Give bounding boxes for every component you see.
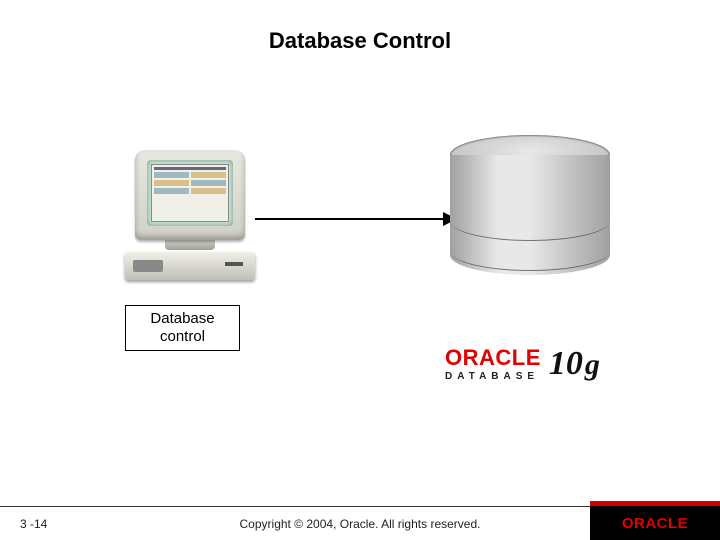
monitor-screen — [147, 160, 233, 226]
computer-base-icon — [125, 252, 255, 280]
screen-content — [151, 164, 229, 222]
oracle-version: 10g — [549, 345, 600, 383]
diagram-label-line2: control — [130, 328, 235, 346]
footer-logo-box: ORACLE — [590, 506, 720, 540]
oracle-subline: DATABASE — [445, 371, 541, 382]
oracle-wordmark-block: ORACLE DATABASE — [445, 347, 541, 382]
monitor-icon — [135, 150, 245, 240]
diagram-label-line1: Database — [130, 310, 235, 328]
arrow-icon — [255, 218, 455, 220]
version-suffix: g — [585, 348, 600, 382]
version-number: 10 — [549, 345, 583, 383]
oracle-wordmark: ORACLE — [445, 347, 541, 369]
slide-footer: 3 -14 Copyright © 2004, Oracle. All righ… — [0, 506, 720, 540]
diagram-area: Database control — [100, 150, 660, 370]
slide-title: Database Control — [0, 28, 720, 54]
page-number: 3 -14 — [20, 517, 47, 531]
oracle-product-logo: ORACLE DATABASE 10g — [445, 345, 665, 383]
footer-oracle-logo: ORACLE — [622, 515, 688, 532]
monitor-stand — [165, 240, 215, 250]
computer-illustration — [120, 150, 260, 280]
diagram-label-box: Database control — [125, 305, 240, 351]
database-cylinder-icon — [450, 135, 610, 275]
